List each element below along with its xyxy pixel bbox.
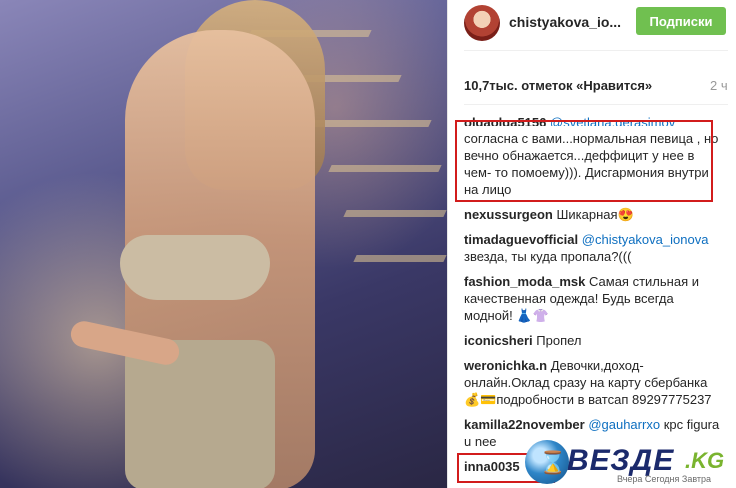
site-watermark: ⌛ ВЕЗДЕ .KG Вчера Сегодня Завтра <box>525 440 735 486</box>
background-stair <box>308 120 432 127</box>
watermark-brand: ВЕЗДЕ <box>567 444 675 477</box>
post-header: chistyakova_io... Подписки <box>448 0 736 46</box>
comment: fashion_moda_msk Самая стильная и качест… <box>464 273 720 324</box>
comment-text: Пропел <box>536 333 582 348</box>
likes-count[interactable]: 10,7тыс. отметок «Нравится» <box>464 78 652 93</box>
follow-button[interactable]: Подписки <box>636 7 726 35</box>
comment-username[interactable]: kamilla22november <box>464 417 585 432</box>
comment: timadaguevofficial @chistyakova_ionova з… <box>464 231 720 265</box>
comment: weronichka.n Девочки,доход-онлайн.Оклад … <box>464 357 720 408</box>
comment-username[interactable]: iconicsheri <box>464 333 533 348</box>
comment-username[interactable]: weronichka.n <box>464 358 547 373</box>
background-stair <box>328 165 442 172</box>
figure-top <box>120 235 270 300</box>
avatar[interactable] <box>464 5 500 41</box>
post-time: 2 ч <box>710 78 728 93</box>
comment-username[interactable]: fashion_moda_msk <box>464 274 585 289</box>
username-link[interactable]: chistyakova_io... <box>509 14 621 30</box>
hourglass-icon: ⌛ <box>539 450 567 475</box>
comment-username[interactable]: nexussurgeon <box>464 207 553 222</box>
figure-shorts <box>125 340 275 488</box>
comment-mention[interactable]: @gauharrxo <box>588 417 660 432</box>
highlight-box-comment <box>455 120 713 202</box>
comment: nexussurgeon Шикарная😍 <box>464 206 720 223</box>
comment-mention[interactable]: @chistyakova_ionova <box>582 232 709 247</box>
comment-text: Шикарная😍 <box>556 207 634 222</box>
background-stair <box>353 255 447 262</box>
comment-username[interactable]: timadaguevofficial <box>464 232 578 247</box>
header-divider <box>464 50 728 51</box>
post-side-panel: chistyakova_io... Подписки 10,7тыс. отме… <box>447 0 736 488</box>
post-photo[interactable] <box>0 0 447 488</box>
watermark-domain: .KG <box>685 448 725 473</box>
likes-divider <box>464 104 728 105</box>
watermark-tagline: Вчера Сегодня Завтра <box>617 474 712 484</box>
comment: iconicsheri Пропел <box>464 332 720 349</box>
comment-text: звезда, ты куда пропала?((( <box>464 249 632 264</box>
background-stair <box>343 210 447 217</box>
